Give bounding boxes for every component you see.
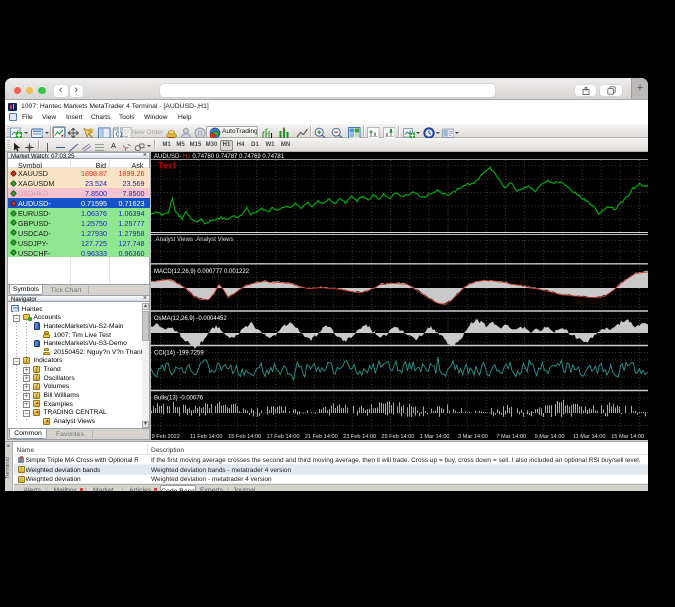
svg-text:21 Feb 14:00: 21 Feb 14:00 (305, 434, 338, 440)
svg-text:7 Mar 14:00: 7 Mar 14:00 (496, 434, 526, 440)
svg-text:.Analyst Views .Analyst Views: .Analyst Views .Analyst Views (154, 237, 234, 243)
svg-text:CCI(14) -199.7259: CCI(14) -199.7259 (154, 351, 204, 357)
svg-text:1 Mar 14:00: 1 Mar 14:00 (420, 434, 450, 440)
svg-text:23 Feb 14:00: 23 Feb 14:00 (343, 434, 376, 440)
svg-text:25 Feb 14:00: 25 Feb 14:00 (381, 434, 414, 440)
svg-text:15 Feb 14:00: 15 Feb 14:00 (228, 434, 261, 440)
svg-text:9 Mar 14:00: 9 Mar 14:00 (535, 434, 565, 440)
svg-text:3 Mar 14:00: 3 Mar 14:00 (458, 434, 488, 440)
svg-text:OsMA(12,26,9) -0.0004452: OsMA(12,26,9) -0.0004452 (154, 316, 227, 322)
svg-text:Bulls(13) -0.00076: Bulls(13) -0.00076 (154, 396, 204, 402)
svg-text:AUDUSD-,H1 0.74780 0.74787 0.: AUDUSD-,H1 0.74780 0.74787 0.74769 0.747… (154, 154, 285, 160)
svg-text:Text: Text (158, 161, 176, 171)
svg-text:9 Feb 2022: 9 Feb 2022 (152, 434, 180, 440)
svg-text:11 Mar 14:00: 11 Mar 14:00 (573, 434, 606, 440)
svg-text:15 Mar 14:00: 15 Mar 14:00 (611, 434, 644, 440)
svg-text:11 Feb 14:00: 11 Feb 14:00 (190, 434, 223, 440)
svg-text:17 Feb 14:00: 17 Feb 14:00 (267, 434, 300, 440)
svg-text:MACD(12,26,9) 0.000777 0.00122: MACD(12,26,9) 0.000777 0.001222 (154, 269, 250, 275)
